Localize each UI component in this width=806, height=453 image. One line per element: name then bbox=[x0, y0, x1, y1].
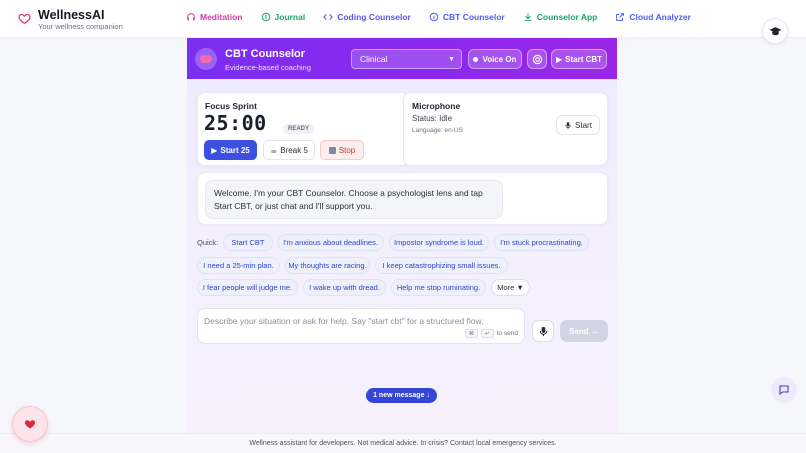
brand-tagline: Your wellness companion bbox=[38, 22, 123, 31]
message-input[interactable]: Describe your situation or ask for help.… bbox=[197, 308, 525, 344]
nav-coding-counselor[interactable]: Coding Counselor bbox=[323, 12, 411, 22]
coffee-icon: ☕ bbox=[270, 145, 278, 155]
cmd-key-icon: ⌘ bbox=[464, 329, 479, 338]
quick-chip[interactable]: I need a 25-min plan. bbox=[197, 257, 280, 274]
brain-avatar-icon bbox=[195, 48, 217, 70]
nav-cloud-analyzer[interactable]: Cloud Analyzer bbox=[615, 12, 691, 22]
send-hint: ⌘ ↵ to send bbox=[464, 329, 518, 338]
stop-icon bbox=[328, 146, 336, 154]
voice-label: Voice On bbox=[482, 54, 517, 64]
journal-icon bbox=[261, 12, 270, 22]
heart-icon bbox=[24, 420, 36, 429]
mic-title: Microphone bbox=[412, 101, 461, 111]
nav-label: Coding Counselor bbox=[337, 12, 411, 22]
main-nav: Meditation Journal Coding Counselor CBT … bbox=[186, 12, 691, 22]
stop-label: Stop bbox=[338, 145, 356, 155]
assistant-message: Welcome. I'm your CBT Counselor. Choose … bbox=[205, 180, 503, 219]
start-25-button[interactable]: ▶ Start 25 bbox=[204, 140, 257, 160]
brand[interactable]: WellnessAI Your wellness companion bbox=[18, 8, 123, 32]
focus-sprint-card: Focus Sprint 25:00 READY ▶ Start 25 ☕ Br… bbox=[197, 92, 409, 166]
chevron-down-icon: ▼ bbox=[448, 55, 455, 63]
nav-label: Cloud Analyzer bbox=[629, 12, 691, 22]
quick-chip[interactable]: My thoughts are racing. bbox=[285, 257, 370, 274]
counselor-subtitle: Evidence-based coaching bbox=[225, 63, 311, 72]
chat-bubble-button[interactable] bbox=[771, 377, 797, 403]
more-chips-button[interactable]: More ▼ bbox=[491, 279, 530, 296]
graduation-cap-icon bbox=[769, 26, 781, 35]
start-cbt-label: Start CBT bbox=[565, 54, 603, 64]
quick-chip[interactable]: Help me stop ruminating. bbox=[391, 279, 486, 296]
nav-cbt-counselor[interactable]: CBT Counselor bbox=[429, 12, 505, 22]
chat-area: Welcome. I'm your CBT Counselor. Choose … bbox=[197, 172, 608, 225]
voice-input-button[interactable] bbox=[532, 320, 554, 342]
target-icon bbox=[532, 54, 542, 64]
nav-label: CBT Counselor bbox=[442, 12, 505, 22]
focus-timer: 25:00 bbox=[204, 111, 267, 135]
microphone-icon bbox=[565, 121, 571, 129]
microphone-icon bbox=[539, 326, 547, 336]
code-icon bbox=[323, 14, 334, 20]
footer-disclaimer: Wellness assistant for developers. Not m… bbox=[0, 433, 806, 453]
counselor-header: CBT Counselor Evidence-based coaching Cl… bbox=[187, 38, 617, 79]
mic-language: Language: en-US bbox=[412, 127, 463, 134]
mic-start-button[interactable]: Start bbox=[556, 115, 600, 135]
graduation-cap-button[interactable] bbox=[762, 18, 788, 44]
enter-key-icon: ↵ bbox=[481, 329, 494, 338]
mic-status: Status: Idle bbox=[412, 114, 453, 123]
play-icon: ▶ bbox=[211, 145, 218, 155]
break-5-button[interactable]: ☕ Break 5 bbox=[263, 140, 315, 160]
quick-chip[interactable]: I'm stuck procrastinating. bbox=[494, 234, 589, 251]
heart-logo-icon bbox=[18, 13, 31, 25]
play-icon: ▶ bbox=[555, 54, 563, 64]
start-25-label: Start 25 bbox=[220, 145, 250, 155]
start-cbt-button[interactable]: ▶ Start CBT bbox=[551, 49, 607, 69]
voice-toggle-button[interactable]: Voice On bbox=[468, 49, 522, 69]
nav-label: Meditation bbox=[200, 12, 243, 22]
nav-counselor-app[interactable]: Counselor App bbox=[523, 12, 598, 22]
external-link-icon bbox=[616, 13, 625, 21]
download-icon bbox=[524, 13, 532, 21]
headphones-icon bbox=[187, 13, 195, 21]
wellness-heart-button[interactable] bbox=[12, 406, 48, 442]
quick-chip[interactable]: I wake up with dread. bbox=[303, 279, 386, 296]
chat-bubble-icon bbox=[779, 385, 789, 396]
nav-label: Journal bbox=[274, 12, 306, 22]
lens-select[interactable]: Clinical ▼ bbox=[351, 49, 462, 69]
nav-journal[interactable]: Journal bbox=[261, 12, 306, 22]
send-button[interactable]: Send → bbox=[560, 320, 608, 342]
stop-button[interactable]: Stop bbox=[320, 140, 364, 160]
nav-label: Counselor App bbox=[536, 12, 598, 22]
counselor-panel: CBT Counselor Evidence-based coaching Cl… bbox=[187, 38, 617, 433]
quick-label: Quick: bbox=[197, 238, 219, 247]
quick-chip[interactable]: I'm anxious about deadlines. bbox=[277, 234, 384, 251]
mic-start-label: Start bbox=[575, 120, 592, 130]
quick-chip[interactable]: Start CBT bbox=[223, 234, 273, 251]
lens-selected-value: Clinical bbox=[360, 54, 388, 64]
focus-title: Focus Sprint bbox=[205, 101, 257, 111]
voice-status-dot-icon bbox=[473, 56, 479, 62]
info-icon bbox=[429, 12, 439, 22]
top-navbar: WellnessAI Your wellness companion Medit… bbox=[0, 0, 806, 38]
focus-status-badge: READY bbox=[283, 124, 315, 134]
brand-name: WellnessAI bbox=[38, 8, 105, 22]
new-message-pill[interactable]: 1 new message ↓ bbox=[366, 388, 437, 403]
quick-chip[interactable]: I keep catastrophizing small issues. bbox=[375, 257, 508, 274]
target-button[interactable] bbox=[527, 49, 547, 69]
quick-chip[interactable]: I fear people will judge me. bbox=[197, 279, 298, 296]
quick-chip[interactable]: Impostor syndrome is loud. bbox=[389, 234, 489, 251]
break-5-label: Break 5 bbox=[280, 145, 308, 155]
send-hint-text: to send bbox=[496, 330, 518, 337]
counselor-title: CBT Counselor bbox=[225, 48, 306, 60]
microphone-card: Microphone Status: Idle Language: en-US … bbox=[403, 92, 608, 166]
message-placeholder: Describe your situation or ask for help.… bbox=[204, 316, 484, 326]
nav-meditation[interactable]: Meditation bbox=[186, 12, 243, 22]
